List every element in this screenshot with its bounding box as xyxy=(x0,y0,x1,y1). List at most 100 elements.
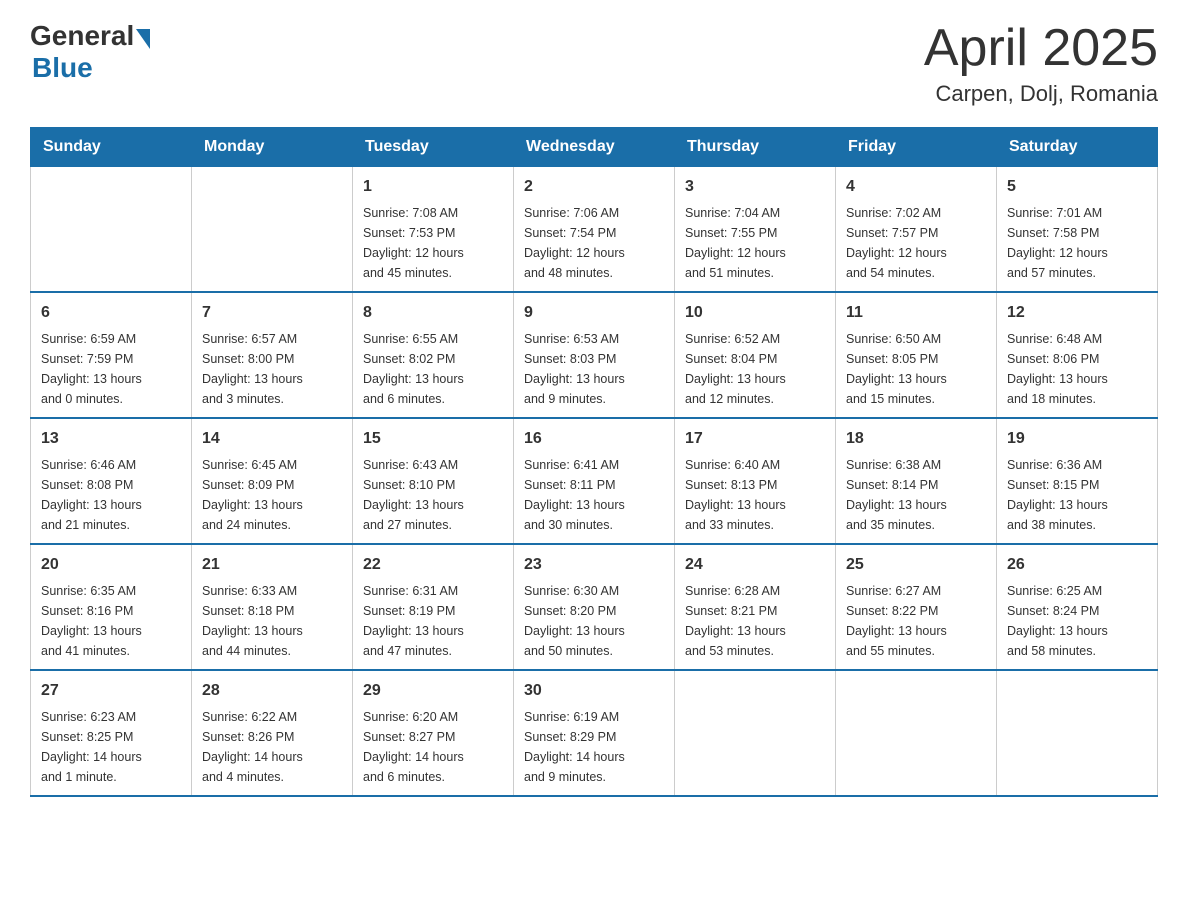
day-info-line: Sunset: 8:02 PM xyxy=(363,349,503,369)
calendar-title: April 2025 xyxy=(924,20,1158,77)
calendar-cell: 16Sunrise: 6:41 AMSunset: 8:11 PMDayligh… xyxy=(514,418,675,544)
day-info-line: Sunset: 8:25 PM xyxy=(41,727,181,747)
day-info-line: Sunset: 7:59 PM xyxy=(41,349,181,369)
calendar-cell: 28Sunrise: 6:22 AMSunset: 8:26 PMDayligh… xyxy=(192,670,353,796)
day-info-line: Daylight: 14 hours xyxy=(524,747,664,767)
day-info-line: and 53 minutes. xyxy=(685,641,825,661)
calendar-cell: 3Sunrise: 7:04 AMSunset: 7:55 PMDaylight… xyxy=(675,167,836,293)
calendar-cell: 1Sunrise: 7:08 AMSunset: 7:53 PMDaylight… xyxy=(353,167,514,293)
day-info-line: Sunrise: 7:08 AM xyxy=(363,203,503,223)
day-info-line: Sunset: 8:16 PM xyxy=(41,601,181,621)
day-info-line: and 30 minutes. xyxy=(524,515,664,535)
day-number: 13 xyxy=(41,427,181,451)
calendar-cell: 23Sunrise: 6:30 AMSunset: 8:20 PMDayligh… xyxy=(514,544,675,670)
day-info-line: and 41 minutes. xyxy=(41,641,181,661)
day-number: 1 xyxy=(363,175,503,199)
day-info-line: Sunrise: 6:22 AM xyxy=(202,707,342,727)
calendar-week-row: 13 Sunrise: 6:46 AMSunset: 8:08 PM Dayligh… xyxy=(31,418,1158,544)
day-info-line: Daylight: 13 hours xyxy=(41,621,181,641)
day-of-week-header: Saturday xyxy=(997,128,1158,167)
day-info-line: Daylight: 13 hours xyxy=(685,621,825,641)
calendar-cell: 9Sunrise: 6:53 AMSunset: 8:03 PMDaylight… xyxy=(514,292,675,418)
day-info-line: and 21 minutes. xyxy=(41,515,181,535)
day-info-line: Sunrise: 6:41 AM xyxy=(524,455,664,475)
day-number: 16 xyxy=(524,427,664,451)
logo-blue-text: Blue xyxy=(32,52,93,84)
day-number: 14 xyxy=(202,427,342,451)
day-info-line: Sunrise: 6:40 AM xyxy=(685,455,825,475)
page-header: General Blue April 2025 Carpen, Dolj, Ro… xyxy=(30,20,1158,107)
day-info-line: and 47 minutes. xyxy=(363,641,503,661)
day-info-line: Sunrise: 6:27 AM xyxy=(846,581,986,601)
day-info-line: Daylight: 13 hours xyxy=(524,369,664,389)
calendar-cell: 2Sunrise: 7:06 AMSunset: 7:54 PMDaylight… xyxy=(514,167,675,293)
day-info-line: Daylight: 13 hours xyxy=(685,369,825,389)
calendar-week-row: 6Sunrise: 6:59 AMSunset: 7:59 PMDaylight… xyxy=(31,292,1158,418)
day-info-line: Daylight: 12 hours xyxy=(524,243,664,263)
day-info-line: Daylight: 12 hours xyxy=(363,243,503,263)
day-info-line: Sunrise: 6:59 AM xyxy=(41,329,181,349)
day-info-line: Sunrise: 6:55 AM xyxy=(363,329,503,349)
day-info-line: Sunrise: 7:02 AM xyxy=(846,203,986,223)
day-info-line: and 0 minutes. xyxy=(41,389,181,409)
day-info-line: and 9 minutes. xyxy=(524,389,664,409)
calendar-cell: 20Sunrise: 6:35 AMSunset: 8:16 PMDayligh… xyxy=(31,544,192,670)
day-of-week-header: Tuesday xyxy=(353,128,514,167)
day-info-line: and 57 minutes. xyxy=(1007,263,1147,283)
calendar-cell: 17Sunrise: 6:40 AMSunset: 8:13 PMDayligh… xyxy=(675,418,836,544)
day-info-line: Sunset: 7:54 PM xyxy=(524,223,664,243)
day-info-line: Sunset: 8:15 PM xyxy=(1007,475,1147,495)
day-info-line: Sunrise: 6:19 AM xyxy=(524,707,664,727)
day-number: 28 xyxy=(202,679,342,703)
day-number: 2 xyxy=(524,175,664,199)
day-info-line: Sunset: 8:13 PM xyxy=(685,475,825,495)
day-info-line: Sunrise: 6:36 AM xyxy=(1007,455,1147,475)
day-number: 27 xyxy=(41,679,181,703)
calendar-subtitle: Carpen, Dolj, Romania xyxy=(924,81,1158,107)
day-info-line: and 3 minutes. xyxy=(202,389,342,409)
calendar-cell: 13Sunrise: 6:46 AMSunset: 8:08 PMDayligh… xyxy=(31,418,192,544)
day-info-line: Daylight: 13 hours xyxy=(846,495,986,515)
day-number: 3 xyxy=(685,175,825,199)
day-info-line: Daylight: 13 hours xyxy=(1007,495,1147,515)
calendar-cell xyxy=(997,670,1158,796)
calendar-cell xyxy=(192,167,353,293)
calendar-cell: 29Sunrise: 6:20 AMSunset: 8:27 PMDayligh… xyxy=(353,670,514,796)
calendar-cell: 18Sunrise: 6:38 AMSunset: 8:14 PMDayligh… xyxy=(836,418,997,544)
day-info-line: Sunrise: 7:04 AM xyxy=(685,203,825,223)
calendar-cell: 10Sunrise: 6:52 AMSunset: 8:04 PMDayligh… xyxy=(675,292,836,418)
day-info-line: Sunset: 8:08 PM xyxy=(41,475,181,495)
day-info-line: Sunset: 8:26 PM xyxy=(202,727,342,747)
day-info-line: Sunrise: 7:01 AM xyxy=(1007,203,1147,223)
calendar-week-row: 20Sunrise: 6:35 AMSunset: 8:16 PMDayligh… xyxy=(31,544,1158,670)
calendar-cell: 14Sunrise: 6:45 AMSunset: 8:09 PMDayligh… xyxy=(192,418,353,544)
day-info-line: Sunrise: 6:30 AM xyxy=(524,581,664,601)
day-info-line: Daylight: 14 hours xyxy=(363,747,503,767)
day-info-line: Sunrise: 6:46 AM xyxy=(41,455,181,475)
day-info-line: Sunset: 8:20 PM xyxy=(524,601,664,621)
day-number: 11 xyxy=(846,301,986,325)
day-info-line: Sunset: 7:55 PM xyxy=(685,223,825,243)
calendar-table: SundayMondayTuesdayWednesdayThursdayFrid… xyxy=(30,127,1158,797)
day-info-line: and 15 minutes. xyxy=(846,389,986,409)
day-info-line: Sunset: 8:05 PM xyxy=(846,349,986,369)
day-number: 12 xyxy=(1007,301,1147,325)
calendar-cell: 22Sunrise: 6:31 AMSunset: 8:19 PMDayligh… xyxy=(353,544,514,670)
day-info-line: and 55 minutes. xyxy=(846,641,986,661)
day-info-line: Daylight: 13 hours xyxy=(524,621,664,641)
day-of-week-header: Wednesday xyxy=(514,128,675,167)
calendar-cell: 11Sunrise: 6:50 AMSunset: 8:05 PMDayligh… xyxy=(836,292,997,418)
day-info-line: Sunrise: 6:48 AM xyxy=(1007,329,1147,349)
day-info-line: Sunrise: 6:31 AM xyxy=(363,581,503,601)
logo-general-text: General xyxy=(30,20,134,52)
day-info-line: Sunrise: 6:45 AM xyxy=(202,455,342,475)
day-info-line: Sunset: 8:18 PM xyxy=(202,601,342,621)
calendar-cell: 12Sunrise: 6:48 AMSunset: 8:06 PMDayligh… xyxy=(997,292,1158,418)
day-info-line: Sunset: 8:14 PM xyxy=(846,475,986,495)
day-number: 22 xyxy=(363,553,503,577)
logo-triangle-icon xyxy=(136,29,150,49)
day-info-line: Sunset: 8:00 PM xyxy=(202,349,342,369)
day-number: 8 xyxy=(363,301,503,325)
day-number: 19 xyxy=(1007,427,1147,451)
day-info-line: Daylight: 13 hours xyxy=(846,369,986,389)
